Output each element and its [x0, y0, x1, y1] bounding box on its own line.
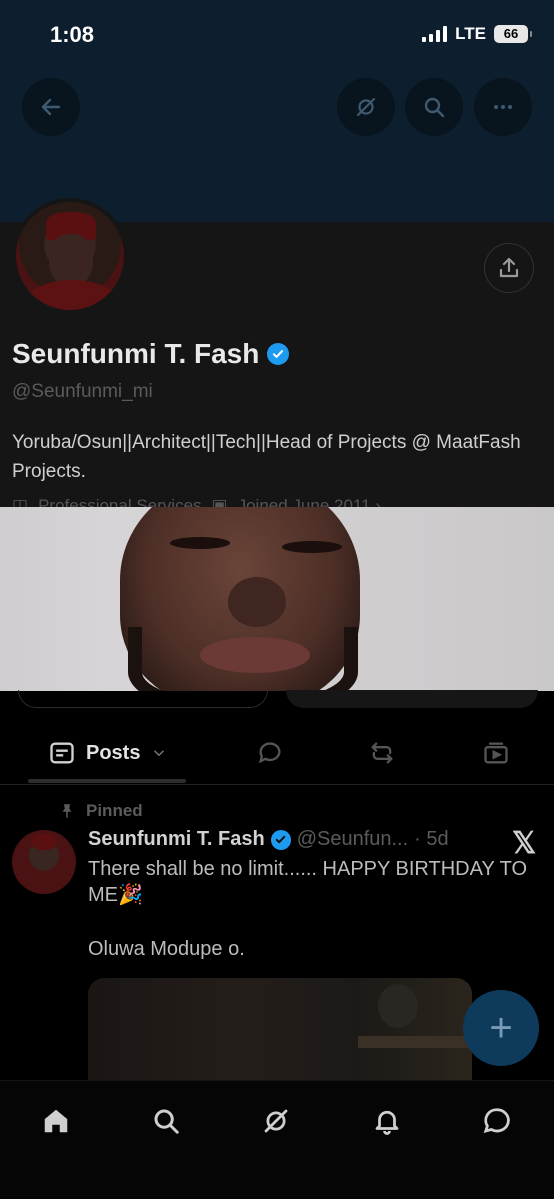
active-tab-indicator	[28, 779, 186, 783]
post-text-line2: Oluwa Modupe o.	[88, 938, 245, 960]
status-bar: 1:08 LTE 66	[0, 0, 554, 70]
repost-icon	[371, 742, 393, 764]
messages-icon	[483, 1108, 510, 1133]
status-time: 1:08	[50, 22, 95, 47]
pin-icon	[62, 804, 72, 818]
grok-icon	[264, 1109, 288, 1133]
verified-badge-icon[interactable]	[267, 343, 290, 365]
profile-bio: Yoruba/Osun||Architect||Tech||Head of Pr…	[12, 432, 521, 482]
pinned-indicator: Pinned	[58, 801, 143, 821]
profile-handle: @Seunfunmi_mi	[12, 381, 153, 402]
tab-replies[interactable]	[256, 722, 284, 784]
tab-media[interactable]	[482, 722, 510, 784]
signal-icon	[422, 26, 448, 42]
grok-icon	[356, 97, 376, 117]
status-indicators: LTE 66	[422, 24, 532, 44]
battery-icon: 66	[494, 25, 532, 43]
nav-messages[interactable]	[477, 1101, 517, 1141]
search-button[interactable]	[405, 78, 463, 136]
notifications-icon	[375, 1110, 399, 1135]
network-label: LTE	[455, 24, 486, 43]
tab-reposts[interactable]	[368, 722, 396, 784]
post-author-avatar[interactable]	[12, 830, 76, 894]
zoomed-photo-overlay	[0, 507, 554, 691]
nav-search[interactable]	[146, 1101, 186, 1141]
chevron-down-icon	[154, 750, 165, 757]
tab-posts[interactable]: Posts	[48, 722, 168, 784]
more-button[interactable]	[474, 78, 532, 136]
follow-button[interactable]	[286, 690, 538, 708]
grok-button[interactable]	[337, 78, 395, 136]
home-icon	[44, 1109, 68, 1133]
back-arrow-icon	[41, 98, 61, 116]
reply-icon	[258, 742, 281, 764]
nav-home[interactable]	[36, 1101, 76, 1141]
post-time: · 5d	[414, 828, 449, 850]
pinned-label: Pinned	[86, 801, 143, 820]
post-author-name[interactable]: Seunfunmi T. Fash	[88, 828, 265, 851]
following-button[interactable]	[18, 690, 268, 708]
tabs-divider	[0, 784, 554, 785]
share-icon	[499, 257, 519, 278]
post-media[interactable]	[88, 978, 472, 1088]
more-icon	[494, 105, 512, 109]
tab-posts-label: Posts	[86, 741, 141, 764]
bottom-navigation	[0, 1080, 554, 1199]
profile-tabs: Posts	[0, 722, 554, 784]
post-header: Seunfunmi T. Fash @Seunfun... · 5d	[88, 828, 449, 851]
nav-grok[interactable]	[256, 1101, 296, 1141]
posts-icon	[50, 742, 74, 764]
nav-notifications[interactable]	[367, 1101, 407, 1141]
profile-display-name: Seunfunmi T. Fash	[12, 338, 290, 370]
display-name-text: Seunfunmi T. Fash	[12, 338, 260, 369]
profile-avatar[interactable]	[12, 198, 128, 314]
media-icon	[484, 742, 508, 764]
compose-button[interactable]: +	[463, 990, 539, 1066]
search-icon	[154, 1109, 179, 1134]
post-text: There shall be no limit...... HAPPY BIRT…	[88, 858, 528, 906]
share-button[interactable]	[484, 243, 534, 293]
search-icon	[424, 97, 445, 118]
back-button[interactable]	[22, 78, 80, 136]
post-author-handle: @Seunfun...	[296, 828, 409, 850]
verified-badge-icon	[270, 829, 291, 850]
